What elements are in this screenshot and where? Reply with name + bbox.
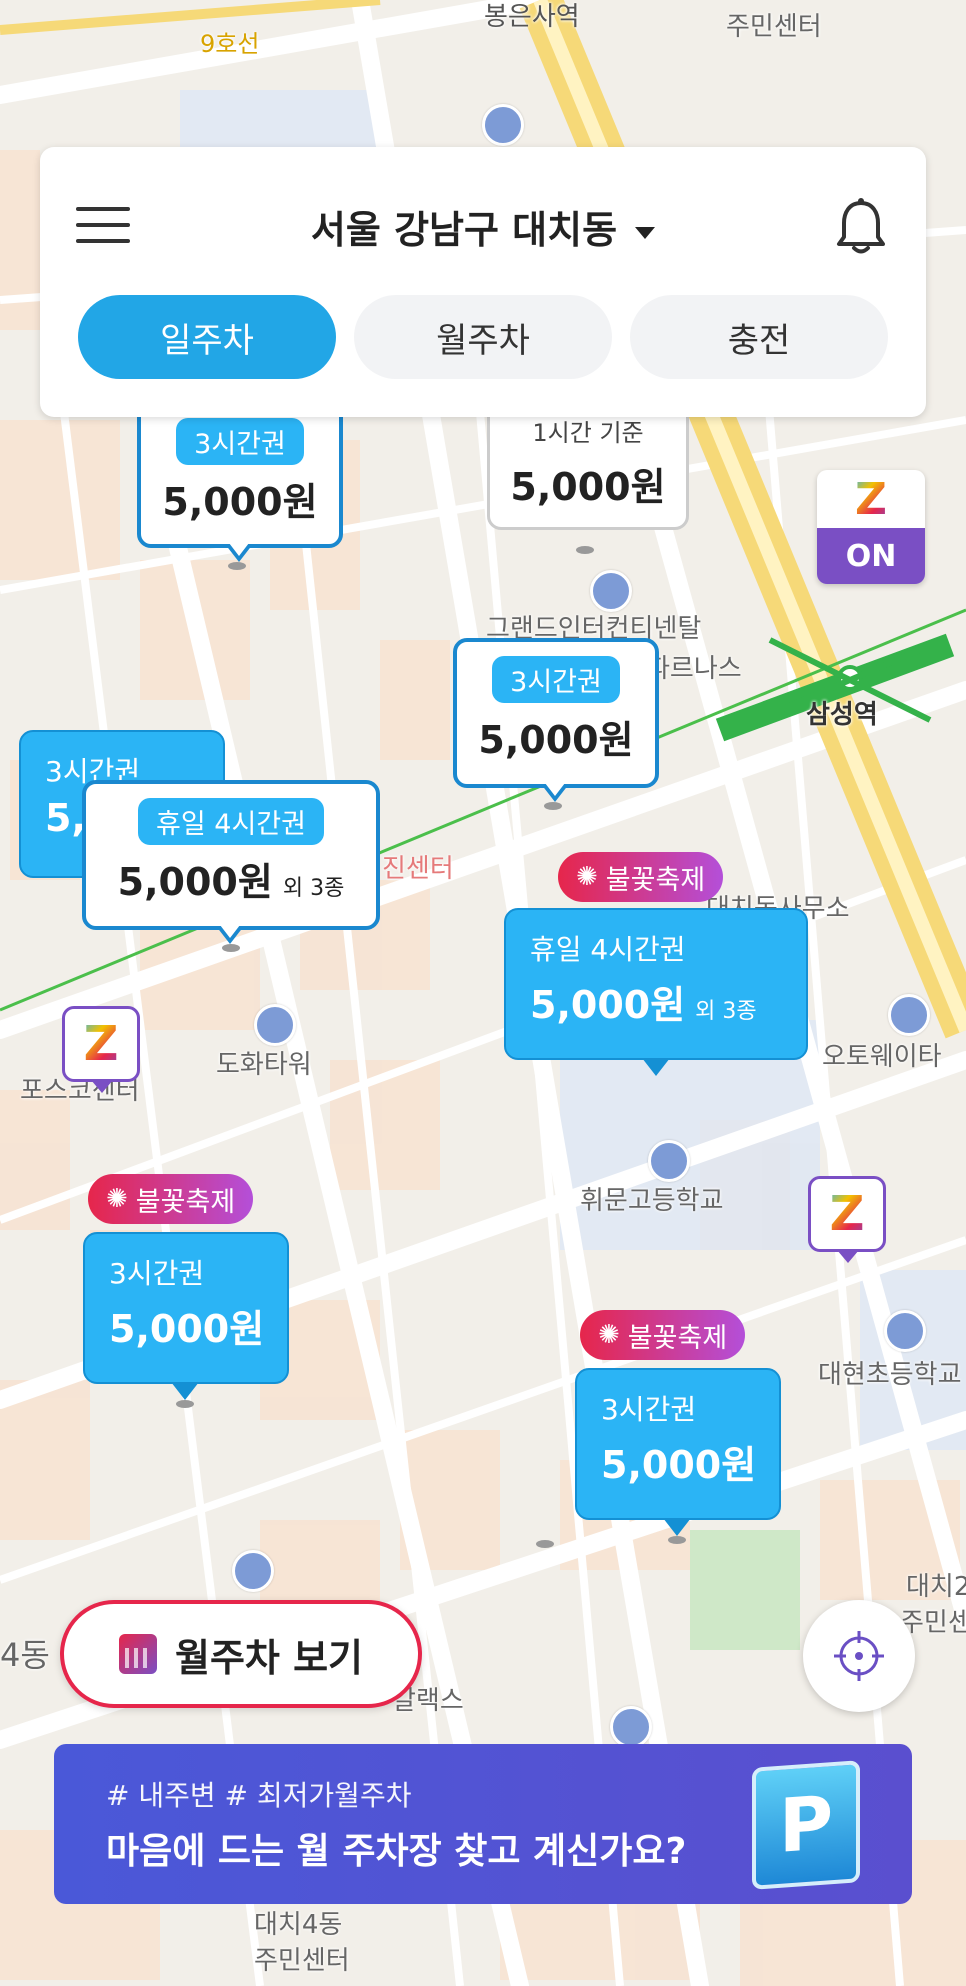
parking-price-marker[interactable]: 1시간 기준 5,000원 xyxy=(487,400,689,530)
marker-price: 5,000원 xyxy=(109,1307,265,1351)
map-label-daechi4: 대치4동 xyxy=(254,1910,343,1940)
festival-badge: ✺ 불꽃축제 xyxy=(558,852,724,902)
parking-type-tabs: 일주차 월주차 충전 xyxy=(78,295,888,379)
marker-tag: 3시간권 xyxy=(601,1393,697,1426)
marker-price: 5,000원 xyxy=(117,860,273,904)
parking-price-marker[interactable]: 3시간권 5,000원 xyxy=(83,1232,289,1400)
zoomy-station-marker[interactable]: Z xyxy=(808,1176,886,1263)
marker-price: 5,000원 xyxy=(530,983,686,1027)
map-label-hwimun-high: 휘문고등학교 xyxy=(580,1186,724,1216)
calendar-icon xyxy=(118,1634,157,1674)
map-label-center-left: 진센터 xyxy=(382,854,454,884)
marker-tag: 3시간권 xyxy=(492,656,620,703)
map-label-neighborhood: 4동 xyxy=(0,1636,50,1674)
caret-down-icon xyxy=(635,226,656,239)
parking-price-marker[interactable]: 3시간권 5,000원 xyxy=(453,638,659,802)
map-label-oto-way: 오토웨이타 xyxy=(822,1042,942,1072)
zoomy-station-marker[interactable]: Z xyxy=(62,1006,140,1093)
tab-monthly-parking[interactable]: 월주차 xyxy=(354,295,612,379)
current-location-button[interactable] xyxy=(803,1600,915,1712)
map-label-daehyun-elem: 대현초등학교 xyxy=(818,1360,962,1390)
crosshair-icon xyxy=(834,1631,884,1681)
top-header-card: 서울 강남구 대치동 일주차 월주차 충전 xyxy=(40,147,926,417)
map-label-line9: 9호선 xyxy=(200,30,260,58)
map-label-daechi4-center: 주민센터 xyxy=(254,1946,350,1976)
firework-icon: ✺ xyxy=(576,862,598,892)
zoomy-logo-icon: Z xyxy=(83,1016,119,1072)
marker-pin xyxy=(176,1400,194,1408)
parking-price-marker[interactable]: 3시간권 5,000원 xyxy=(575,1368,781,1536)
location-label: 서울 강남구 대치동 xyxy=(310,208,618,252)
marker-price: 5,000원 xyxy=(510,465,666,509)
tab-charging[interactable]: 충전 xyxy=(630,295,888,379)
marker-tag: 1시간 기준 xyxy=(532,419,644,447)
marker-pin xyxy=(544,802,562,810)
marker-tag: 3시간권 xyxy=(109,1257,205,1290)
parking-price-marker[interactable]: 휴일 4시간권 5,000원 외 3종 xyxy=(82,780,380,944)
marker-price: 5,000원 xyxy=(162,480,318,524)
view-monthly-parking-button[interactable]: 월주차 보기 xyxy=(60,1600,422,1708)
poi-icon xyxy=(888,994,930,1036)
zoomy-logo-icon: Z xyxy=(855,473,887,525)
marker-tag: 3시간권 xyxy=(176,418,304,465)
marker-extra: 외 3종 xyxy=(695,999,757,1024)
marker-tag: 휴일 4시간권 xyxy=(530,933,686,966)
marker-pin xyxy=(576,546,594,554)
marker-pin xyxy=(668,1536,686,1544)
poi-icon xyxy=(648,1140,690,1182)
marker-price: 5,000원 xyxy=(601,1443,757,1487)
marker-extra: 외 3종 xyxy=(282,876,345,901)
poi-icon xyxy=(482,104,524,146)
firework-icon: ✺ xyxy=(106,1184,128,1214)
festival-badge: ✺ 불꽃축제 xyxy=(88,1174,254,1224)
marker-pin xyxy=(536,1540,554,1548)
map-label-samsung-station: 삼성역 xyxy=(806,700,878,730)
map-label-grand-inter-sub: 파르나스 xyxy=(646,654,742,684)
marker-price: 5,000원 xyxy=(478,718,634,762)
zoomy-on-label: ON xyxy=(817,528,925,584)
banner-headline: 마음에 드는 월 주차장 찾고 계신가요? xyxy=(106,1831,687,1872)
parking-price-marker[interactable]: 3시간권 5,000원 xyxy=(137,400,343,562)
marker-pin xyxy=(228,562,246,570)
poi-icon xyxy=(590,570,632,612)
map-label-station-top: 봉은사역 xyxy=(484,2,580,32)
banner-tags: # 내주변 # 최저가월주차 xyxy=(106,1779,412,1812)
bell-icon[interactable] xyxy=(834,197,888,257)
marker-tag: 휴일 4시간권 xyxy=(138,798,324,845)
zoomy-on-toggle[interactable]: Z ON xyxy=(817,470,925,584)
poi-icon xyxy=(232,1550,274,1592)
festival-badge: ✺ 불꽃축제 xyxy=(580,1310,746,1360)
map-label-center-top: 주민센터 xyxy=(726,12,822,42)
poi-icon xyxy=(884,1310,926,1352)
parking-sign-icon: P xyxy=(752,1760,860,1890)
marker-pin xyxy=(222,944,240,952)
location-selector[interactable]: 서울 강남구 대치동 xyxy=(40,199,926,254)
map-label-dowha-tower: 도화타워 xyxy=(216,1050,312,1080)
parking-price-marker[interactable]: 휴일 4시간권 5,000원 외 3종 xyxy=(504,908,808,1076)
tab-daily-parking[interactable]: 일주차 xyxy=(78,295,336,379)
zoomy-logo-icon: Z xyxy=(829,1186,865,1242)
monthly-button-label: 월주차 보기 xyxy=(174,1635,364,1680)
firework-icon: ✺ xyxy=(598,1320,620,1350)
monthly-parking-promo-banner[interactable]: # 내주변 # 최저가월주차 마음에 드는 월 주차장 찾고 계신가요? P xyxy=(54,1744,912,1904)
poi-icon xyxy=(254,1004,296,1046)
map-label-daechi2: 대치2 xyxy=(906,1572,966,1602)
poi-icon xyxy=(610,1706,652,1748)
